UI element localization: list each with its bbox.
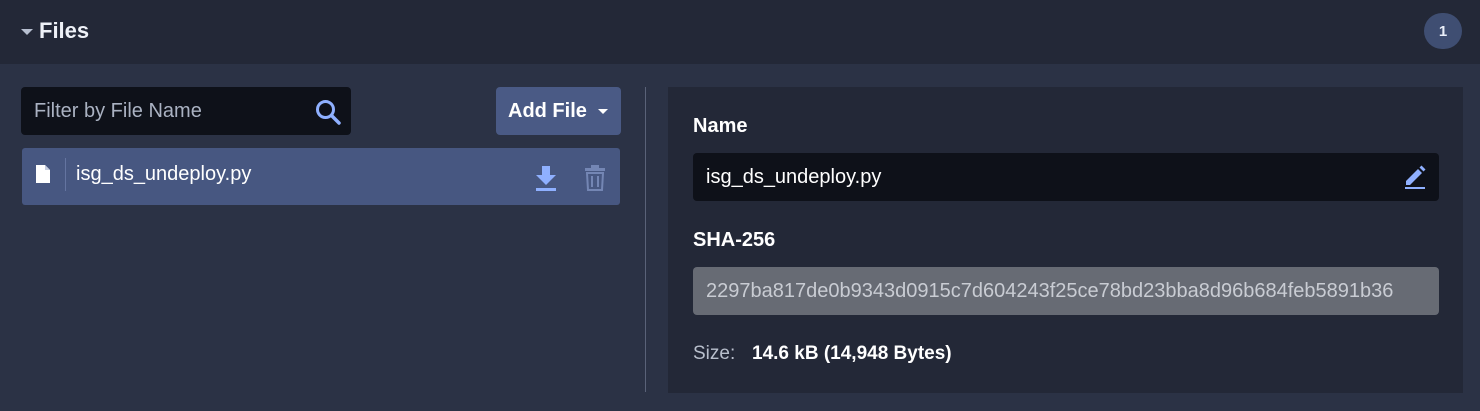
- name-label: Name: [693, 115, 748, 137]
- file-filter-box: [21, 87, 351, 135]
- file-name-value: isg_ds_undeploy.py: [706, 166, 882, 188]
- pencil-icon[interactable]: [1403, 164, 1427, 190]
- add-file-label: Add File: [508, 99, 587, 122]
- file-row-divider: [65, 158, 66, 191]
- file-icon: [36, 165, 50, 183]
- file-count-badge: 1: [1424, 13, 1462, 49]
- panel-title: Files: [39, 18, 90, 43]
- files-panel-header[interactable]: Files 1: [0, 0, 1480, 64]
- panel-divider: [645, 87, 646, 392]
- chevron-down-icon[interactable]: [598, 109, 608, 114]
- size-value: 14.6 kB (14,948 Bytes): [752, 343, 952, 364]
- file-name: isg_ds_undeploy.py: [76, 163, 252, 185]
- size-label: Size:: [693, 343, 736, 364]
- collapse-caret-icon[interactable]: [21, 29, 33, 35]
- download-icon[interactable]: [534, 164, 558, 192]
- sha256-label: SHA-256: [693, 229, 776, 251]
- file-filter-input[interactable]: [21, 87, 311, 135]
- trash-icon[interactable]: [583, 163, 607, 191]
- search-icon[interactable]: [314, 98, 342, 126]
- sha256-field[interactable]: 2297ba817de0b9343d0915c7d604243f25ce78bd…: [693, 267, 1439, 315]
- sha256-value: 2297ba817de0b9343d0915c7d604243f25ce78bd…: [706, 280, 1394, 302]
